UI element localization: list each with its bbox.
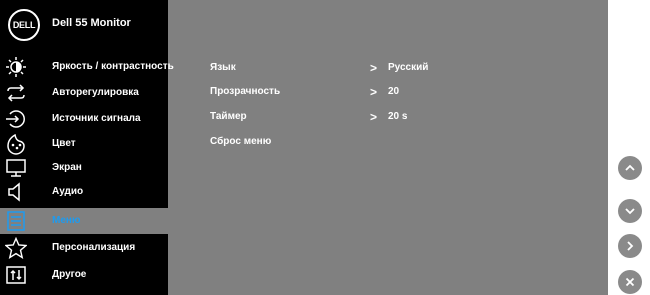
- setting-menu-reset[interactable]: Сброс меню: [210, 136, 510, 152]
- input-source-icon: [6, 110, 25, 128]
- setting-value: Русский: [388, 62, 429, 73]
- sidebar-item-color[interactable]: Цвет: [0, 131, 168, 157]
- chevron-right-icon: >: [370, 61, 378, 75]
- brightness-icon: [6, 57, 26, 77]
- close-button[interactable]: [618, 270, 642, 294]
- chevron-up-icon: [625, 164, 635, 171]
- sidebar-item-other[interactable]: Другое: [0, 262, 168, 288]
- sidebar-item-brightness-contrast[interactable]: Яркость / контрастность: [0, 54, 174, 80]
- chevron-right-icon: >: [370, 85, 378, 99]
- sidebar-item-label: Персонализация: [52, 242, 136, 253]
- sidebar-item-label: Цвет: [52, 138, 76, 149]
- auto-adjust-icon: [7, 84, 25, 102]
- up-button[interactable]: [618, 156, 642, 180]
- setting-language[interactable]: Язык > Русский: [210, 61, 510, 78]
- sidebar-item-display[interactable]: Экран: [0, 155, 168, 181]
- display-icon: [6, 159, 26, 177]
- setting-label: Прозрачность: [210, 86, 281, 97]
- setting-label: Таймер: [210, 111, 247, 122]
- speaker-icon: [8, 182, 20, 202]
- sidebar-item-label: Другое: [52, 269, 87, 280]
- color-icon: [7, 133, 25, 155]
- dell-logo: DELL: [8, 9, 40, 41]
- setting-timer[interactable]: Таймер > 20 s: [210, 110, 510, 127]
- sidebar-item-auto-adjust[interactable]: Авторегулировка: [0, 80, 168, 106]
- sidebar-item-label: Источник сигнала: [52, 113, 141, 124]
- chevron-right-icon: >: [370, 110, 378, 124]
- sidebar-item-label: Меню: [52, 215, 81, 226]
- osd-menu: DELL Dell 55 Monitor Яркость / контрастн…: [0, 0, 608, 295]
- menu-icon: [7, 211, 25, 231]
- chevron-down-icon: [625, 208, 635, 215]
- setting-label: Сброс меню: [210, 136, 272, 147]
- monitor-title: Dell 55 Monitor: [52, 17, 131, 29]
- sidebar-item-label: Аудио: [52, 186, 84, 197]
- other-icon: [6, 266, 26, 284]
- setting-label: Язык: [210, 62, 236, 73]
- sidebar-item-menu[interactable]: Меню: [0, 208, 168, 234]
- chevron-right-icon: [627, 241, 634, 251]
- header: DELL Dell 55 Monitor: [0, 0, 168, 52]
- setting-value: 20: [388, 86, 400, 97]
- close-icon: [625, 277, 635, 287]
- sidebar-item-personalize[interactable]: Персонализация: [0, 235, 168, 261]
- down-button[interactable]: [618, 199, 642, 223]
- sidebar-item-label: Экран: [52, 162, 82, 173]
- setting-value: 20 s: [388, 111, 408, 122]
- setting-transparency[interactable]: Прозрачность > 20: [210, 85, 510, 102]
- sidebar-item-audio[interactable]: Аудио: [0, 179, 168, 205]
- sidebar-item-label: Авторегулировка: [52, 87, 139, 98]
- sidebar-item-label: Яркость / контрастность: [52, 61, 174, 72]
- star-icon: [5, 237, 27, 259]
- sidebar-item-input-source[interactable]: Источник сигнала: [0, 106, 168, 132]
- sidebar: DELL Dell 55 Monitor Яркость / контрастн…: [0, 0, 174, 295]
- right-button[interactable]: [618, 234, 642, 258]
